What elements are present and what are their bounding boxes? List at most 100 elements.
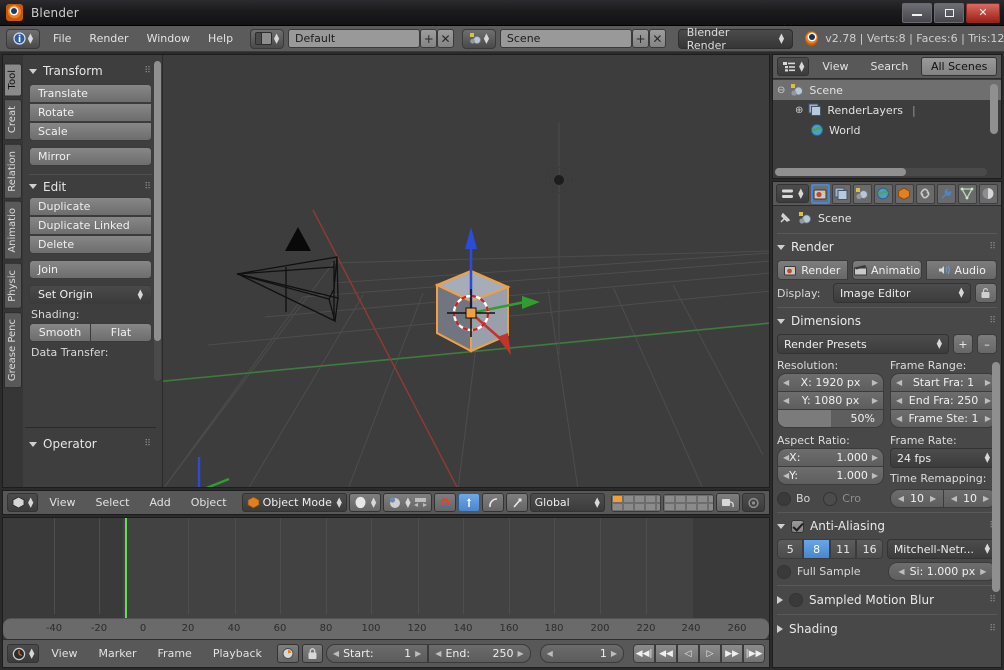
scene-name[interactable]: Scene (499, 29, 633, 48)
frame-end-field[interactable]: ◀ End: 250 ▶ (428, 644, 531, 663)
set-origin-dropdown[interactable]: Set Origin ▲ ▼ (29, 285, 152, 304)
scene-layers-second-group[interactable] (663, 493, 714, 512)
timeline-canvas[interactable]: -40 -20 0 20 40 60 80 100 120 140 160 18… (3, 518, 769, 640)
frame-start-field[interactable]: ◀ Start: 1 ▶ (325, 644, 429, 663)
material-tab[interactable] (978, 183, 998, 204)
timeline-editor[interactable]: -40 -20 0 20 40 60 80 100 120 140 160 18… (2, 517, 770, 668)
chevron-right-icon[interactable]: ▶ (611, 649, 617, 658)
chevron-right-icon[interactable]: ▶ (872, 453, 878, 462)
minimize-button[interactable] (902, 2, 932, 23)
shade-flat-button[interactable]: Flat (91, 323, 152, 342)
snap-toggle[interactable] (433, 493, 456, 512)
outliner-horizontal-scrollbar[interactable] (775, 168, 987, 176)
viewport-menu-add[interactable]: Add (140, 493, 179, 513)
chevron-left-icon[interactable]: ◀ (435, 649, 441, 658)
editor-type-selector-timeline[interactable]: ▲ ▼ (7, 644, 40, 663)
aspect-y-field[interactable]: ◀ Y: 1.000 ▶ (777, 466, 884, 485)
outliner-menu-search[interactable]: Search (862, 57, 918, 77)
editor-type-selector-outliner[interactable]: ▲ ▼ (777, 57, 810, 76)
render-animation-button[interactable]: Animatio (851, 260, 923, 280)
screen-layout-name[interactable]: Default (288, 29, 421, 48)
chevron-right-icon[interactable]: ▶ (980, 567, 986, 576)
timeline-menu-frame[interactable]: Frame (149, 644, 201, 664)
aa-filter-dropdown[interactable]: Mitchell-Netr... ▲ ▼ (886, 539, 997, 559)
interaction-mode-selector[interactable]: Object Mode ▲ ▼ (241, 493, 347, 512)
render-section-header[interactable]: Render ⠿ (777, 237, 997, 257)
scale-button[interactable]: Scale (29, 122, 152, 141)
frame-back-button[interactable]: ◀◀ (655, 644, 677, 663)
outliner-menu-view[interactable]: View (813, 57, 857, 77)
viewport-menu-select[interactable]: Select (87, 493, 139, 513)
panel-header-edit[interactable]: Edit ⠿ (29, 174, 152, 194)
constraints-tab[interactable] (915, 183, 935, 204)
expand-icon[interactable]: ⊕ (795, 105, 803, 116)
manipulator-translate-toggle[interactable] (457, 493, 480, 512)
scene-icon-button[interactable]: ▲ ▼ (461, 28, 496, 49)
render-audio-button[interactable]: Audio (926, 260, 998, 280)
aspect-x-field[interactable]: ◀ X: 1.000 ▶ (777, 448, 884, 467)
jump-to-start-button[interactable]: ◀◀| (633, 644, 655, 663)
outliner-editor[interactable]: ▲ ▼ View Search All Scenes ⊖ Scene ⊕ Ren… (772, 54, 1002, 179)
modifiers-tab[interactable] (936, 183, 956, 204)
delete-button[interactable]: Delete (29, 235, 152, 254)
chevron-left-icon[interactable]: ◀ (951, 494, 957, 503)
delete-screen-button[interactable]: ✕ (437, 29, 454, 48)
chevron-left-icon[interactable]: ◀ (333, 649, 339, 658)
outliner-row-renderlayers[interactable]: ⊕ RenderLayers | (773, 100, 1001, 120)
add-preset-button[interactable]: + (953, 334, 973, 354)
aa-size-field[interactable]: ◀ Si: 1.000 px ▶ (887, 562, 997, 581)
aa-sample-11[interactable]: 11 (829, 539, 857, 559)
translate-button[interactable]: Translate (29, 84, 152, 103)
chevron-left-icon[interactable]: ◀ (898, 567, 904, 576)
tab-tool[interactable]: Tool (4, 63, 22, 97)
aa-sample-8[interactable]: 8 (803, 539, 830, 559)
outliner-tree[interactable]: ⊖ Scene ⊕ RenderLayers | World (773, 80, 1001, 166)
frame-rate-dropdown[interactable]: 24 fps ▲ ▼ (890, 448, 997, 468)
dimensions-section-header[interactable]: Dimensions ⠿ (777, 311, 997, 331)
remap-old-field[interactable]: ◀ 10 ▶ (890, 489, 944, 508)
tab-create[interactable]: Creat (4, 99, 22, 141)
aa-sample-5[interactable]: 5 (777, 539, 804, 559)
current-frame-field[interactable]: ◀ 1 ▶ (539, 644, 624, 663)
frame-start-field[interactable]: ◀ Start Fra: 1 ▶ (890, 373, 997, 392)
join-button[interactable]: Join (29, 260, 152, 279)
timeline-menu-marker[interactable]: Marker (90, 644, 146, 664)
frame-forward-button[interactable]: ▶▶ (721, 644, 743, 663)
display-lock-button[interactable] (975, 283, 997, 303)
editor-type-selector-info[interactable]: ▲ ▼ (6, 28, 40, 49)
menu-render[interactable]: Render (80, 29, 137, 49)
chevron-right-icon[interactable]: ▶ (518, 649, 524, 658)
add-screen-button[interactable]: + (420, 29, 438, 48)
timeline-playhead[interactable] (125, 518, 127, 618)
properties-editor[interactable]: ▲ ▼ Scene Render ⠿ Render Animatio Audio… (772, 181, 1002, 668)
rotate-button[interactable]: Rotate (29, 103, 152, 122)
display-mode-dropdown[interactable]: Image Editor ▲ ▼ (833, 283, 971, 303)
remove-preset-button[interactable]: – (977, 334, 997, 354)
chevron-right-icon[interactable]: ▶ (985, 378, 991, 387)
outliner-row-world[interactable]: World (773, 120, 1001, 140)
data-tab[interactable] (957, 183, 977, 204)
screen-layout-icon-button[interactable]: ▲ ▼ (250, 28, 285, 49)
properties-scrollbar[interactable] (992, 362, 1000, 592)
timeline-menu-playback[interactable]: Playback (204, 644, 271, 664)
duplicate-linked-button[interactable]: Duplicate Linked (29, 216, 152, 235)
jump-to-end-button[interactable]: |▶▶ (743, 644, 765, 663)
menu-help[interactable]: Help (199, 29, 242, 49)
render-only-toggle[interactable] (716, 493, 740, 512)
outliner-row-scene[interactable]: ⊖ Scene (773, 80, 1001, 100)
render-layers-tab[interactable] (831, 183, 851, 204)
full-sample-checkbox[interactable] (777, 564, 791, 579)
duplicate-button[interactable]: Duplicate (29, 197, 152, 216)
editor-type-selector-3dview[interactable]: ▲ ▼ (7, 493, 39, 512)
chevron-right-icon[interactable]: ▶ (983, 494, 989, 503)
resolution-y-field[interactable]: ◀ Y: 1080 px ▶ (777, 391, 884, 410)
scene-layers-first-group[interactable] (610, 493, 662, 512)
remap-new-field[interactable]: ◀ 10 ▶ (943, 489, 997, 508)
chevron-left-icon[interactable]: ◀ (898, 494, 904, 503)
world-tab[interactable] (873, 183, 893, 204)
chevron-right-icon[interactable]: ▶ (985, 414, 991, 423)
panel-header-operator[interactable]: Operator ⠿ (29, 434, 152, 454)
outliner-vertical-scrollbar[interactable] (990, 84, 998, 134)
auto-keying-toggle[interactable] (276, 644, 299, 663)
aa-sample-16[interactable]: 16 (856, 539, 883, 559)
